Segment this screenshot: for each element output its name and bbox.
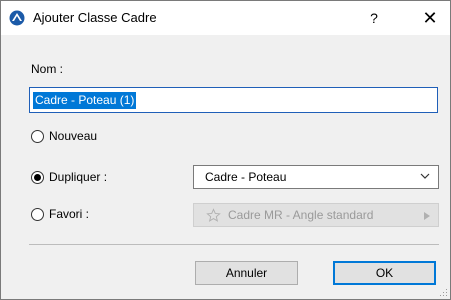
triangle-right-icon (424, 212, 430, 220)
ok-button[interactable]: OK (333, 261, 436, 285)
favorite-select[interactable]: Cadre MR - Angle standard (193, 203, 439, 227)
name-label: Nom : (31, 62, 64, 76)
name-input-value: Cadre - Poteau (1) (33, 92, 137, 109)
title-bar[interactable]: Ajouter Classe Cadre ? ✕ (1, 1, 450, 35)
favorite-select-value: Cadre MR - Angle standard (228, 208, 374, 222)
add-frame-class-dialog: Ajouter Classe Cadre ? ✕ Nom : Cadre - P… (0, 0, 451, 300)
duplicate-select[interactable]: Cadre - Poteau (193, 165, 439, 189)
duplicate-select-value: Cadre - Poteau (205, 170, 287, 184)
radio-selected-dot (34, 174, 41, 181)
radio-duplicate[interactable] (31, 171, 44, 184)
help-button[interactable]: ? (363, 7, 385, 29)
close-button[interactable]: ✕ (419, 7, 441, 29)
star-icon (206, 208, 221, 222)
radio-new[interactable] (31, 130, 44, 143)
name-input[interactable]: Cadre - Poteau (1) (29, 87, 438, 113)
radio-favorite[interactable] (31, 208, 44, 221)
resize-grip-icon[interactable] (438, 287, 448, 297)
option-duplicate-label: Dupliquer : (49, 170, 108, 184)
cancel-button[interactable]: Annuler (195, 261, 298, 285)
window-title: Ajouter Classe Cadre (33, 10, 157, 25)
option-new-label: Nouveau (49, 129, 98, 143)
separator (29, 244, 439, 245)
option-favorite-label: Favori : (49, 207, 90, 221)
app-logo-icon (9, 10, 25, 26)
chevron-down-icon (420, 173, 430, 179)
